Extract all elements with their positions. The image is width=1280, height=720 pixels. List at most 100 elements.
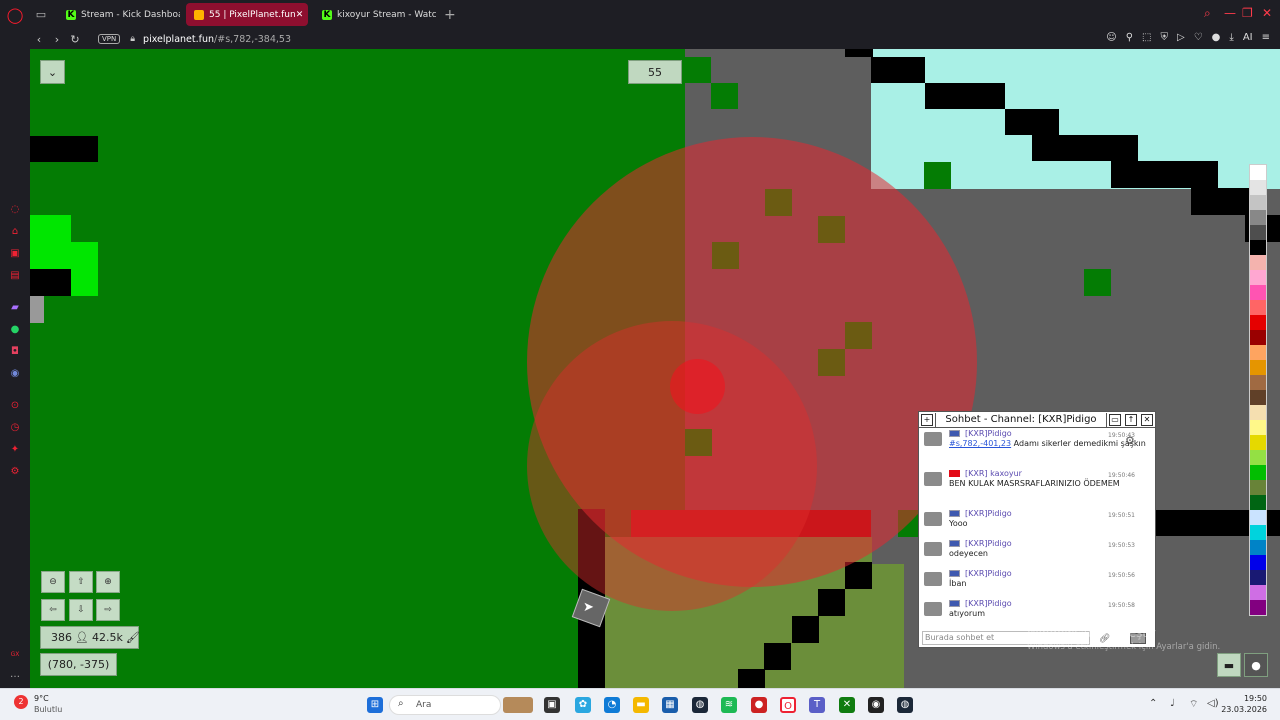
weather-icon[interactable]: 2 — [14, 695, 28, 709]
steam-icon[interactable]: ◍ — [897, 697, 913, 713]
gx-icon[interactable]: GX — [9, 649, 21, 661]
spotify-icon[interactable]: ≋ — [721, 697, 737, 713]
zoom-out-button[interactable]: ⊖ — [41, 571, 65, 593]
opera-menu-icon[interactable]: ◯ — [0, 0, 30, 29]
twitch-icon[interactable]: ▰ — [9, 302, 21, 314]
palette-color-swatch[interactable] — [1250, 285, 1266, 300]
chat-settings-icon[interactable]: ⚙ — [1125, 434, 1135, 447]
profile-icon[interactable]: ● — [1212, 32, 1221, 43]
store-icon[interactable]: ▦ — [662, 697, 678, 713]
palette-color-swatch[interactable] — [1250, 240, 1266, 255]
chat-username[interactable]: [KXR]Pidigo — [965, 509, 1012, 518]
palette-color-swatch[interactable] — [1250, 225, 1266, 240]
heart-icon[interactable]: ♡ — [1194, 32, 1203, 43]
chat-toggle-button[interactable]: ▬ — [1217, 653, 1241, 677]
avatar[interactable] — [924, 542, 942, 556]
palette-color-swatch[interactable] — [1250, 525, 1266, 540]
network-icon[interactable]: ⌔ — [1189, 698, 1198, 711]
maximize-icon[interactable]: ❐ — [1242, 6, 1253, 20]
pin-icon[interactable]: ⚲ — [1126, 32, 1133, 43]
palette-color-swatch[interactable] — [1250, 315, 1266, 330]
aria-ai-button[interactable]: AI — [1243, 32, 1253, 43]
chat-coord-link[interactable]: #s,782,-401,23 — [949, 439, 1011, 448]
emoji-icon[interactable]: ☺ — [1106, 32, 1116, 43]
palette-color-swatch[interactable] — [1250, 360, 1266, 375]
teams-icon[interactable]: T — [809, 697, 825, 713]
palette-color-swatch[interactable] — [1250, 570, 1266, 585]
lock-icon[interactable]: 🔒︎ — [130, 34, 135, 44]
palette-color-swatch[interactable] — [1250, 510, 1266, 525]
discord-icon[interactable]: ◉ — [9, 368, 21, 380]
chat-add-icon[interactable]: + — [921, 413, 933, 426]
steam-icon[interactable]: ◍ — [692, 697, 708, 713]
shield-icon[interactable]: ⛨ — [1160, 32, 1168, 43]
volume-icon[interactable]: ◁) — [1207, 698, 1219, 709]
search-box[interactable] — [389, 695, 501, 715]
tab-kixoyur-stream[interactable]: K kixoyur Stream - Watch Liv — [314, 3, 436, 26]
shopping-icon[interactable]: ⌂ — [9, 226, 21, 238]
palette-color-swatch[interactable] — [1250, 390, 1266, 405]
palette-color-swatch[interactable] — [1250, 165, 1266, 180]
palette-color-swatch[interactable] — [1250, 180, 1266, 195]
palette-color-swatch[interactable] — [1250, 375, 1266, 390]
file-explorer-icon[interactable]: ▬ — [633, 697, 649, 713]
start-icon[interactable]: ⊞ — [367, 697, 383, 713]
recorder-icon[interactable]: ● — [751, 697, 767, 713]
xbox-icon[interactable]: ✕ — [839, 697, 855, 713]
chat-username[interactable]: [KXR] kaxoyur — [965, 469, 1022, 478]
workspaces-icon[interactable]: ▭ — [30, 8, 52, 21]
palette-color-swatch[interactable] — [1250, 435, 1266, 450]
palette-color-swatch[interactable] — [1250, 420, 1266, 435]
chat-username[interactable]: [KXR]Pidigo — [965, 599, 1012, 608]
close-window-icon[interactable]: ✕ — [1262, 6, 1272, 20]
snapshot-icon[interactable]: ⬚ — [1142, 32, 1151, 43]
edge-icon[interactable]: ◔ — [604, 697, 620, 713]
minimize-icon[interactable]: — — [1224, 6, 1236, 20]
chat-username[interactable]: [KXR]Pidigo — [965, 539, 1012, 548]
reload-icon[interactable]: ↻ — [66, 33, 84, 46]
chat-close-icon[interactable]: ✕ — [1141, 413, 1153, 426]
palette-color-swatch[interactable] — [1250, 330, 1266, 345]
back-icon[interactable]: ‹ — [30, 33, 48, 46]
avatar[interactable] — [924, 512, 942, 526]
palette-color-swatch[interactable] — [1250, 600, 1266, 615]
vpn-badge[interactable]: VPN — [98, 34, 121, 44]
clock-time[interactable]: 19:50 — [1229, 694, 1267, 703]
close-tab-icon[interactable]: ✕ — [296, 10, 304, 20]
palette-color-swatch[interactable] — [1250, 405, 1266, 420]
app-icon[interactable]: ◉ — [868, 697, 884, 713]
palette-color-swatch[interactable] — [1250, 585, 1266, 600]
avatar[interactable] — [924, 572, 942, 586]
avatar[interactable] — [924, 432, 942, 446]
move-left-button[interactable]: ⇦ — [41, 599, 65, 621]
palette-color-swatch[interactable] — [1250, 495, 1266, 510]
palette-color-swatch[interactable] — [1250, 465, 1266, 480]
clock-date[interactable]: 23.03.2026 — [1219, 705, 1267, 714]
more-icon[interactable]: … — [9, 669, 21, 681]
palette-color-swatch[interactable] — [1250, 345, 1266, 360]
pixel-canvas[interactable]: ➤ ⌄ 55 ⊖ ⇧ ⊕ ⇦ ⇩ ⇨ 386 👤︎ 42.5k 🖌︎ (780,… — [30, 49, 1280, 688]
settings-icon[interactable]: ⚙ — [9, 466, 21, 478]
palette-color-swatch[interactable] — [1250, 300, 1266, 315]
url-field[interactable]: pixelplanet.fun/#s,782,-384,53 — [143, 34, 291, 45]
new-tab-icon[interactable]: + — [444, 7, 456, 23]
tab-kick-dashboard[interactable]: K Stream - Kick Dashboard — [58, 3, 180, 26]
avatar[interactable] — [924, 602, 942, 616]
globe-button[interactable]: ● — [1244, 653, 1268, 677]
opera-gx-icon[interactable]: O — [780, 697, 796, 713]
palette-color-swatch[interactable] — [1250, 555, 1266, 570]
zoom-in-button[interactable]: ⊕ — [96, 571, 120, 593]
palette-color-swatch[interactable] — [1250, 195, 1266, 210]
crypto-wallet-icon[interactable]: ▣ — [9, 248, 21, 260]
news-icon[interactable]: ▤ — [9, 270, 21, 282]
chat-maximize-icon[interactable]: ↑ — [1125, 413, 1137, 426]
tray-chevron-up-icon[interactable]: ⌃ — [1149, 698, 1157, 709]
play-icon[interactable]: ▷ — [1177, 32, 1185, 43]
palette-color-swatch[interactable] — [1250, 255, 1266, 270]
palette-color-swatch[interactable] — [1250, 480, 1266, 495]
search-tabs-icon[interactable]: ⌕ — [1204, 6, 1211, 21]
move-up-button[interactable]: ⇧ — [69, 571, 93, 593]
palette-color-swatch[interactable] — [1250, 540, 1266, 555]
palette-color-swatch[interactable] — [1250, 210, 1266, 225]
chat-title[interactable]: Sohbet - Channel: [KXR]Pidigo — [935, 412, 1107, 427]
